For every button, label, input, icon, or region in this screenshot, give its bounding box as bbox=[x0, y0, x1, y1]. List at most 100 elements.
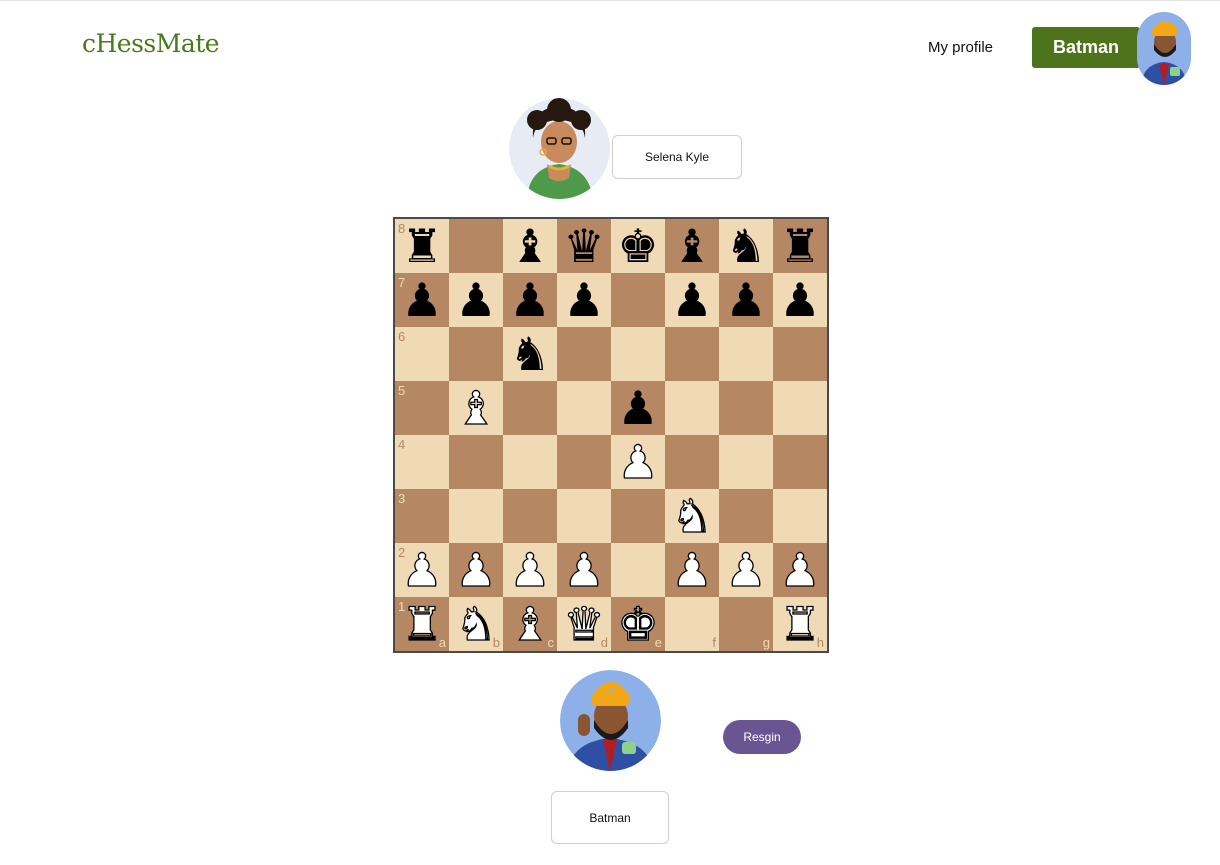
black-queen-piece[interactable]: ♛ bbox=[557, 219, 611, 273]
square-d3[interactable] bbox=[557, 489, 611, 543]
square-e4[interactable]: ♟ bbox=[611, 435, 665, 489]
square-h4[interactable] bbox=[773, 435, 827, 489]
square-b6[interactable] bbox=[449, 327, 503, 381]
square-f8[interactable]: ♝ bbox=[665, 219, 719, 273]
square-f2[interactable]: ♟ bbox=[665, 543, 719, 597]
white-pawn-piece[interactable]: ♟ bbox=[503, 543, 557, 597]
square-g8[interactable]: ♞ bbox=[719, 219, 773, 273]
square-f7[interactable]: ♟ bbox=[665, 273, 719, 327]
square-g5[interactable] bbox=[719, 381, 773, 435]
black-pawn-piece[interactable]: ♟ bbox=[503, 273, 557, 327]
my-profile-link[interactable]: My profile bbox=[928, 39, 993, 56]
white-knight-piece[interactable]: ♞ bbox=[665, 489, 719, 543]
white-pawn-piece[interactable]: ♟ bbox=[611, 435, 665, 489]
square-d8[interactable]: ♛ bbox=[557, 219, 611, 273]
square-g3[interactable] bbox=[719, 489, 773, 543]
square-f3[interactable]: ♞ bbox=[665, 489, 719, 543]
black-pawn-piece[interactable]: ♟ bbox=[773, 273, 827, 327]
square-e1[interactable]: e ♚ bbox=[611, 597, 665, 651]
square-f4[interactable] bbox=[665, 435, 719, 489]
square-g4[interactable] bbox=[719, 435, 773, 489]
square-e8[interactable]: ♚ bbox=[611, 219, 665, 273]
square-b8[interactable] bbox=[449, 219, 503, 273]
white-pawn-piece[interactable]: ♟ bbox=[773, 543, 827, 597]
resign-button[interactable]: Resgin bbox=[723, 720, 801, 754]
square-c3[interactable] bbox=[503, 489, 557, 543]
square-c4[interactable] bbox=[503, 435, 557, 489]
square-h7[interactable]: ♟ bbox=[773, 273, 827, 327]
square-b5[interactable]: ♝ bbox=[449, 381, 503, 435]
square-b7[interactable]: ♟ bbox=[449, 273, 503, 327]
square-a3[interactable]: 3 bbox=[395, 489, 449, 543]
square-e5[interactable]: ♟ bbox=[611, 381, 665, 435]
board-grid[interactable]: 8 ♜ ♝ ♛ ♚ ♝ ♞ ♜ 7 ♟ ♟ ♟ ♟ ♟ ♟ ♟ 6 ♞ 5 ♝ ♟ 4 ♟ 3 ♞ 2 ♟ ♟ ♟ ♟ ♟ ♟ ♟ 1 a ♜ b ♞ c ♝… bbox=[395, 219, 827, 651]
square-b2[interactable]: ♟ bbox=[449, 543, 503, 597]
square-a1[interactable]: 1 a ♜ bbox=[395, 597, 449, 651]
square-g6[interactable] bbox=[719, 327, 773, 381]
square-e2[interactable] bbox=[611, 543, 665, 597]
square-a6[interactable]: 6 bbox=[395, 327, 449, 381]
black-king-piece[interactable]: ♚ bbox=[611, 219, 665, 273]
square-c5[interactable] bbox=[503, 381, 557, 435]
black-pawn-piece[interactable]: ♟ bbox=[449, 273, 503, 327]
square-h8[interactable]: ♜ bbox=[773, 219, 827, 273]
square-g1[interactable]: g bbox=[719, 597, 773, 651]
square-b4[interactable] bbox=[449, 435, 503, 489]
header-avatar[interactable] bbox=[1137, 12, 1191, 85]
square-h2[interactable]: ♟ bbox=[773, 543, 827, 597]
white-bishop-piece[interactable]: ♝ bbox=[449, 381, 503, 435]
square-a7[interactable]: 7 ♟ bbox=[395, 273, 449, 327]
square-d4[interactable] bbox=[557, 435, 611, 489]
square-d2[interactable]: ♟ bbox=[557, 543, 611, 597]
white-queen-piece[interactable]: ♛ bbox=[557, 597, 611, 651]
square-c7[interactable]: ♟ bbox=[503, 273, 557, 327]
square-d7[interactable]: ♟ bbox=[557, 273, 611, 327]
square-f6[interactable] bbox=[665, 327, 719, 381]
black-pawn-piece[interactable]: ♟ bbox=[611, 381, 665, 435]
app-logo[interactable]: cHessMate bbox=[82, 29, 220, 58]
black-rook-piece[interactable]: ♜ bbox=[773, 219, 827, 273]
white-pawn-piece[interactable]: ♟ bbox=[665, 543, 719, 597]
black-knight-piece[interactable]: ♞ bbox=[503, 327, 557, 381]
square-b3[interactable] bbox=[449, 489, 503, 543]
square-d5[interactable] bbox=[557, 381, 611, 435]
white-knight-piece[interactable]: ♞ bbox=[449, 597, 503, 651]
square-a8[interactable]: 8 ♜ bbox=[395, 219, 449, 273]
white-rook-piece[interactable]: ♜ bbox=[773, 597, 827, 651]
black-bishop-piece[interactable]: ♝ bbox=[665, 219, 719, 273]
user-menu-button[interactable]: Batman bbox=[1032, 27, 1140, 68]
white-pawn-piece[interactable]: ♟ bbox=[449, 543, 503, 597]
square-d6[interactable] bbox=[557, 327, 611, 381]
square-c6[interactable]: ♞ bbox=[503, 327, 557, 381]
square-e7[interactable] bbox=[611, 273, 665, 327]
black-bishop-piece[interactable]: ♝ bbox=[503, 219, 557, 273]
black-pawn-piece[interactable]: ♟ bbox=[719, 273, 773, 327]
square-c1[interactable]: c ♝ bbox=[503, 597, 557, 651]
square-f1[interactable]: f bbox=[665, 597, 719, 651]
black-pawn-piece[interactable]: ♟ bbox=[557, 273, 611, 327]
square-g7[interactable]: ♟ bbox=[719, 273, 773, 327]
white-bishop-piece[interactable]: ♝ bbox=[503, 597, 557, 651]
square-d1[interactable]: d ♛ bbox=[557, 597, 611, 651]
square-f5[interactable] bbox=[665, 381, 719, 435]
black-rook-piece[interactable]: ♜ bbox=[395, 219, 449, 273]
white-pawn-piece[interactable]: ♟ bbox=[395, 543, 449, 597]
white-rook-piece[interactable]: ♜ bbox=[395, 597, 449, 651]
square-c8[interactable]: ♝ bbox=[503, 219, 557, 273]
black-pawn-piece[interactable]: ♟ bbox=[665, 273, 719, 327]
square-a4[interactable]: 4 bbox=[395, 435, 449, 489]
square-h6[interactable] bbox=[773, 327, 827, 381]
chess-board[interactable]: 8 ♜ ♝ ♛ ♚ ♝ ♞ ♜ 7 ♟ ♟ ♟ ♟ ♟ ♟ ♟ 6 ♞ 5 ♝ ♟ 4 ♟ 3 ♞ 2 ♟ ♟ ♟ ♟ ♟ ♟ ♟ 1 a ♜ b ♞ c ♝… bbox=[393, 217, 829, 653]
square-b1[interactable]: b ♞ bbox=[449, 597, 503, 651]
square-g2[interactable]: ♟ bbox=[719, 543, 773, 597]
square-a2[interactable]: 2 ♟ bbox=[395, 543, 449, 597]
black-pawn-piece[interactable]: ♟ bbox=[395, 273, 449, 327]
square-e6[interactable] bbox=[611, 327, 665, 381]
square-h1[interactable]: h ♜ bbox=[773, 597, 827, 651]
white-pawn-piece[interactable]: ♟ bbox=[719, 543, 773, 597]
square-h5[interactable] bbox=[773, 381, 827, 435]
square-c2[interactable]: ♟ bbox=[503, 543, 557, 597]
black-knight-piece[interactable]: ♞ bbox=[719, 219, 773, 273]
square-a5[interactable]: 5 bbox=[395, 381, 449, 435]
square-e3[interactable] bbox=[611, 489, 665, 543]
